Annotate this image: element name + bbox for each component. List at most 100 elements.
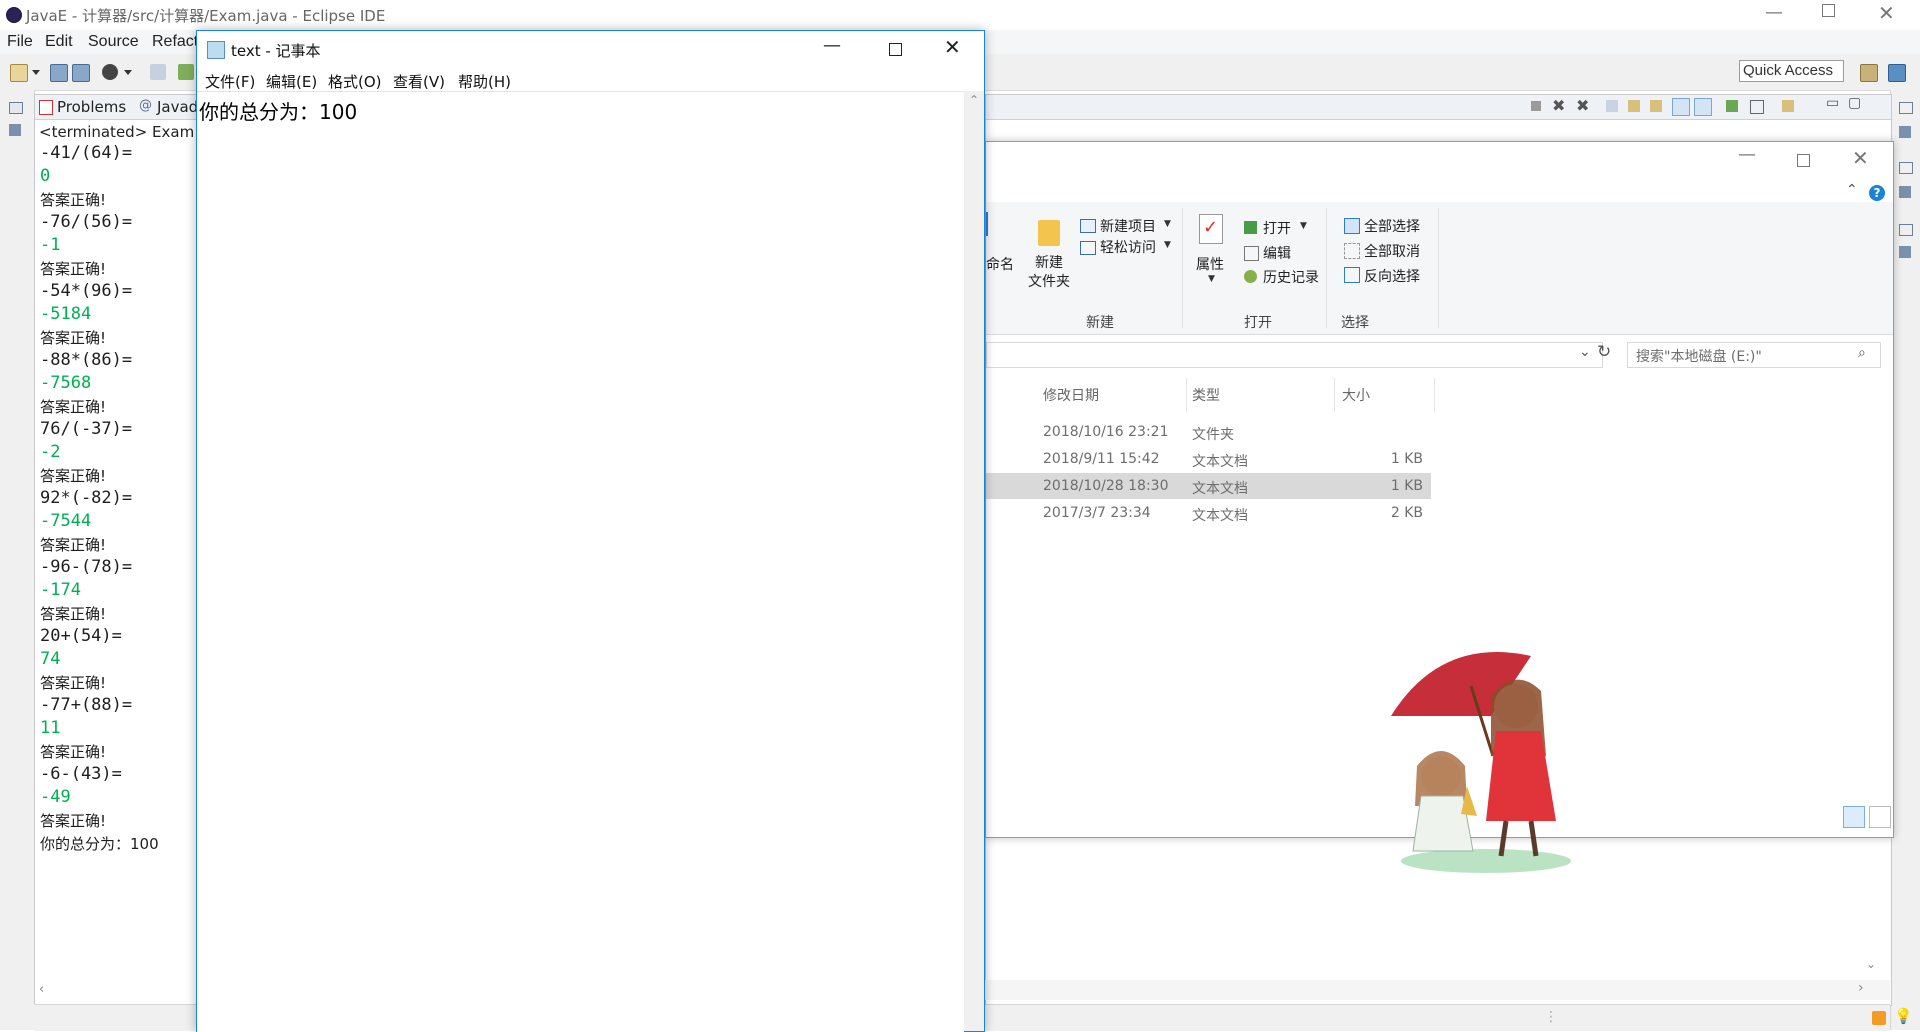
open-button[interactable]: 打开 (1263, 218, 1291, 238)
chevron-down-icon[interactable]: ▼ (1300, 221, 1307, 231)
scroll-lock-icon[interactable] (1628, 100, 1640, 112)
search-icon[interactable]: ⌕ (1858, 345, 1866, 361)
menu-file[interactable]: 文件(F) (205, 71, 255, 92)
menu-edit[interactable]: Edit (45, 33, 73, 51)
file-type: 文本文档 (1192, 481, 1248, 497)
scroll-left-icon[interactable]: ‹ (39, 982, 44, 997)
outline-icon[interactable] (1899, 126, 1911, 138)
tip-bulb-icon[interactable]: 💡 (1894, 1007, 1913, 1025)
tab-problems[interactable]: Problems (57, 98, 126, 116)
notepad-vertical-scrollbar[interactable]: ⌃ (964, 91, 984, 1031)
task-list-icon[interactable] (1899, 186, 1911, 198)
help-icon[interactable]: ? (1869, 185, 1885, 201)
details-view-icon[interactable] (1843, 806, 1865, 828)
search-input[interactable]: 搜索"本地磁盘 (E:)" (1636, 346, 1762, 366)
notepad-content[interactable]: 你的总分为：100 (199, 96, 357, 125)
word-wrap-icon[interactable] (1650, 100, 1662, 112)
chevron-down-icon[interactable]: ▼ (1164, 240, 1171, 250)
explorer-minimize-button[interactable]: — (1738, 144, 1756, 165)
easy-access-button[interactable]: 轻松访问 (1100, 237, 1156, 257)
ribbon-separator (1326, 208, 1327, 328)
clear-console-icon[interactable] (1606, 100, 1618, 112)
show-error-icon[interactable] (1694, 98, 1712, 116)
dropdown-icon[interactable] (124, 70, 132, 75)
minimized-view-icon[interactable] (1899, 246, 1911, 258)
column-divider[interactable] (1186, 378, 1187, 412)
file-date: 2018/10/16 23:21 (1043, 424, 1169, 440)
restore-view-icon[interactable] (1899, 224, 1913, 236)
new-file-icon[interactable] (10, 64, 28, 82)
pin-console-icon[interactable] (1726, 100, 1738, 112)
display-console-icon[interactable] (1750, 100, 1764, 114)
rss-icon[interactable] (1872, 1011, 1886, 1025)
file-row[interactable]: 2018/10/16 23:21 文件夹 (986, 419, 1431, 445)
explorer-close-button[interactable]: ✕ (1852, 146, 1869, 170)
history-button[interactable]: 历史记录 (1263, 267, 1319, 287)
notepad-close-button[interactable]: ✕ (944, 35, 961, 59)
notepad-minimize-button[interactable]: — (823, 35, 841, 56)
file-row[interactable]: 2017/3/7 23:34 文本文档 2 KB (986, 500, 1431, 526)
chevron-down-icon[interactable]: ▼ (1208, 274, 1215, 284)
restore-view-icon[interactable] (1899, 102, 1913, 114)
skip-breakpoints-icon[interactable] (150, 64, 166, 80)
menu-edit[interactable]: 编辑(E) (266, 71, 317, 92)
save-icon[interactable] (50, 64, 68, 82)
column-size[interactable]: 大小 (1342, 385, 1370, 405)
menu-help[interactable]: 帮助(H) (458, 71, 511, 92)
rename-button[interactable]: 命名 (986, 254, 1014, 274)
eclipse-minimize-button[interactable]: — (1765, 2, 1783, 23)
properties-button[interactable]: 属性 (1196, 254, 1224, 274)
menu-view[interactable]: 查看(V) (393, 71, 445, 92)
file-row[interactable]: 2018/10/28 18:30 文本文档 1 KB (986, 473, 1431, 499)
menu-file[interactable]: File (7, 33, 33, 51)
scroll-up-icon[interactable]: ⌃ (969, 93, 979, 107)
new-item-button[interactable]: 新建项目 (1100, 216, 1156, 236)
eclipse-restore-button[interactable] (1822, 4, 1835, 17)
open-console-icon[interactable] (1782, 100, 1794, 112)
address-bar[interactable]: ⌄ (986, 342, 1603, 368)
large-icons-view-icon[interactable] (1869, 806, 1891, 828)
show-console-icon[interactable] (1672, 98, 1690, 116)
eclipse-close-button[interactable]: ✕ (1878, 1, 1895, 25)
restore-view-icon[interactable] (1899, 162, 1913, 174)
column-type[interactable]: 类型 (1192, 385, 1220, 405)
remove-launch-icon[interactable]: ✖ (1552, 96, 1565, 115)
minimize-view-icon[interactable]: ▭ (1826, 95, 1839, 111)
notepad-text-area[interactable]: 你的总分为：100 (197, 91, 964, 1032)
quick-access-field[interactable]: Quick Access (1739, 60, 1844, 82)
column-date-modified[interactable]: 修改日期 (1043, 385, 1099, 405)
java-perspective-icon[interactable] (1888, 64, 1906, 82)
chevron-down-icon[interactable]: ⌄ (1579, 344, 1591, 360)
save-all-icon[interactable] (72, 64, 90, 82)
editor-horizontal-scrollbar[interactable]: › (985, 980, 1890, 1000)
file-row[interactable]: 2018/9/11 15:42 文本文档 1 KB (986, 446, 1431, 472)
debug-icon[interactable] (102, 64, 118, 80)
terminate-icon[interactable] (1531, 101, 1541, 111)
invert-selection-button[interactable]: 反向选择 (1364, 266, 1420, 286)
refresh-icon[interactable]: ↻ (1597, 342, 1611, 362)
notepad-maximize-button[interactable] (889, 43, 902, 56)
chevron-down-icon[interactable]: ▼ (1164, 219, 1171, 229)
package-explorer-icon[interactable] (9, 124, 21, 136)
select-none-button[interactable]: 全部取消 (1364, 241, 1420, 261)
explorer-maximize-button[interactable] (1797, 154, 1810, 167)
collapse-ribbon-icon[interactable]: ⌃ (1846, 182, 1858, 198)
menu-refactor[interactable]: Refact (152, 33, 198, 51)
new-folder-button[interactable]: 新建 文件夹 (1028, 254, 1070, 292)
column-divider[interactable] (1434, 378, 1435, 412)
search-box[interactable]: 搜索"本地磁盘 (E:)" ⌕ (1627, 342, 1881, 368)
restore-view-icon[interactable] (9, 102, 23, 114)
dropdown-icon[interactable] (32, 70, 40, 75)
run-icon[interactable] (178, 64, 194, 80)
maximize-view-icon[interactable]: ▢ (1848, 95, 1861, 111)
edit-button[interactable]: 编辑 (1263, 243, 1291, 263)
select-all-button[interactable]: 全部选择 (1364, 216, 1420, 236)
scroll-down-icon[interactable]: ⌄ (1866, 957, 1876, 971)
tab-javadoc[interactable]: Javad (157, 98, 198, 116)
scroll-right-icon[interactable]: › (1858, 980, 1864, 996)
menu-source[interactable]: Source (88, 33, 139, 51)
open-perspective-icon[interactable] (1860, 64, 1878, 82)
menu-format[interactable]: 格式(O) (328, 71, 382, 92)
remove-all-icon[interactable]: ✖ (1576, 96, 1589, 115)
column-divider[interactable] (1334, 378, 1335, 412)
